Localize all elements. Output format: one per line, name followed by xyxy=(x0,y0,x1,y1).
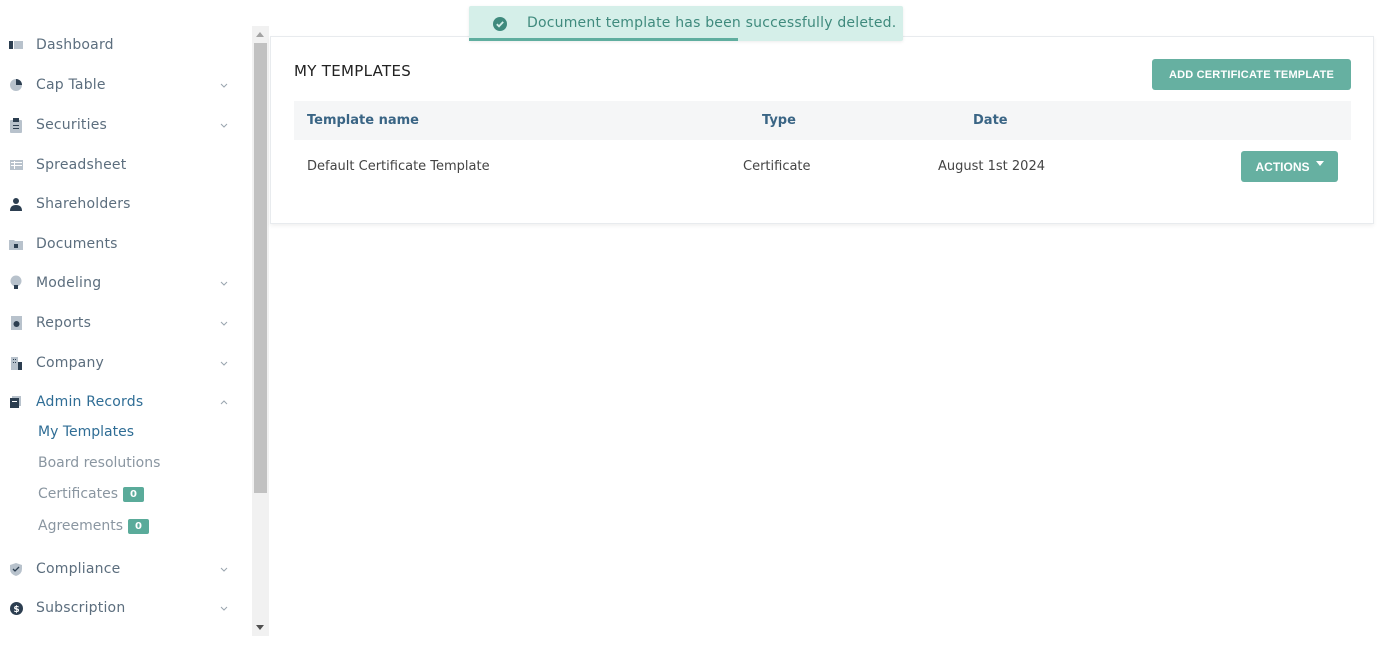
count-badge: 0 xyxy=(128,518,150,534)
template-name-cell: Default Certificate Template xyxy=(307,159,490,174)
dashboard-icon xyxy=(9,38,23,52)
building-icon xyxy=(9,356,23,370)
sidebar-item-dashboard[interactable]: Dashboard xyxy=(0,33,240,57)
sidebar-item-admin-records[interactable]: Admin Records xyxy=(0,390,240,414)
type-cell: Certificate xyxy=(743,159,811,174)
sidebar-item-label: Compliance xyxy=(36,561,121,577)
chevron-down-icon xyxy=(219,318,229,328)
date-cell: August 1st 2024 xyxy=(938,159,1045,174)
chevron-up-icon xyxy=(219,397,229,407)
add-certificate-template-button[interactable]: ADD CERTIFICATE TEMPLATE xyxy=(1152,59,1351,90)
sidebar-item-documents[interactable]: Documents xyxy=(0,232,240,256)
sidebar-item-label: Shareholders xyxy=(36,196,131,212)
count-badge: 0 xyxy=(123,486,144,502)
sidebar-item-spreadsheet[interactable]: Spreadsheet xyxy=(0,153,240,177)
chevron-down-icon xyxy=(219,278,229,288)
actions-dropdown-button[interactable]: ACTIONS xyxy=(1241,151,1338,182)
toast-progress-bar xyxy=(469,38,739,41)
sidebar-item-company[interactable]: Company xyxy=(0,351,240,375)
lightbulb-icon xyxy=(9,275,23,290)
chevron-down-icon xyxy=(219,120,229,130)
sidebar: Dashboard Cap Table Securities Spreadshe… xyxy=(0,26,252,636)
caret-down-icon xyxy=(1315,161,1324,166)
pie-chart-icon xyxy=(9,78,23,92)
scrollbar-thumb[interactable] xyxy=(254,43,267,493)
sidebar-item-label: Reports xyxy=(36,315,92,331)
sidebar-item-modeling[interactable]: Modeling xyxy=(0,271,240,295)
chevron-down-icon xyxy=(219,564,229,574)
page-title: MY TEMPLATES xyxy=(294,62,412,80)
sidebar-item-securities[interactable]: Securities xyxy=(0,113,240,137)
dollar-icon: $ xyxy=(9,601,23,615)
sidebar-item-label: Documents xyxy=(36,236,118,252)
sidebar-item-reports[interactable]: Reports xyxy=(0,311,240,335)
sidebar-subitem-label: Certificates xyxy=(38,486,119,502)
toast-message: Document template has been successfully … xyxy=(527,15,897,31)
records-icon xyxy=(9,395,23,409)
chevron-down-icon xyxy=(219,603,229,613)
sidebar-item-label: Subscription xyxy=(36,600,126,616)
templates-card: MY TEMPLATES ADD CERTIFICATE TEMPLATE Te… xyxy=(270,36,1374,224)
report-icon xyxy=(9,316,23,330)
sidebar-item-cap-table[interactable]: Cap Table xyxy=(0,73,240,97)
shield-icon xyxy=(9,562,23,576)
sidebar-subitem-certificates[interactable]: Certificates 0 xyxy=(38,484,144,504)
scroll-up-arrow-icon[interactable] xyxy=(256,32,264,37)
table-header: Template name Type Date xyxy=(294,101,1351,140)
sidebar-subitem-label: My Templates xyxy=(38,424,134,440)
column-header-date[interactable]: Date xyxy=(973,113,1008,128)
sidebar-item-label: Modeling xyxy=(36,275,102,291)
sidebar-item-label: Cap Table xyxy=(36,77,106,93)
folder-icon xyxy=(9,237,23,251)
sidebar-item-label: Spreadsheet xyxy=(36,157,127,173)
actions-label: ACTIONS xyxy=(1255,159,1310,174)
chevron-down-icon xyxy=(219,358,229,368)
scroll-down-arrow-icon[interactable] xyxy=(256,625,264,630)
sidebar-subitem-my-templates[interactable]: My Templates xyxy=(38,422,134,442)
sidebar-item-label: Securities xyxy=(36,117,108,133)
sidebar-subitem-agreements[interactable]: Agreements 0 xyxy=(38,516,150,536)
sidebar-scrollbar[interactable] xyxy=(252,26,269,636)
user-icon xyxy=(9,197,23,211)
sidebar-item-shareholders[interactable]: Shareholders xyxy=(0,192,240,216)
sidebar-item-label: Company xyxy=(36,355,105,371)
sidebar-subitem-label: Agreements xyxy=(38,518,124,534)
svg-text:$: $ xyxy=(13,605,19,615)
clipboard-icon xyxy=(9,117,23,133)
sidebar-item-subscription[interactable]: $ Subscription xyxy=(0,596,240,620)
table-icon xyxy=(9,158,23,172)
column-header-type[interactable]: Type xyxy=(762,113,796,128)
sidebar-subitem-label: Board resolutions xyxy=(38,455,161,471)
chevron-down-icon xyxy=(219,80,229,90)
success-toast[interactable]: Document template has been successfully … xyxy=(469,6,903,41)
column-header-template-name[interactable]: Template name xyxy=(307,113,419,128)
sidebar-item-label: Dashboard xyxy=(36,37,114,53)
sidebar-item-label: Admin Records xyxy=(36,394,144,410)
sidebar-subitem-board-resolutions[interactable]: Board resolutions xyxy=(38,453,160,473)
check-circle-icon xyxy=(493,16,507,31)
sidebar-item-compliance[interactable]: Compliance xyxy=(0,557,240,581)
